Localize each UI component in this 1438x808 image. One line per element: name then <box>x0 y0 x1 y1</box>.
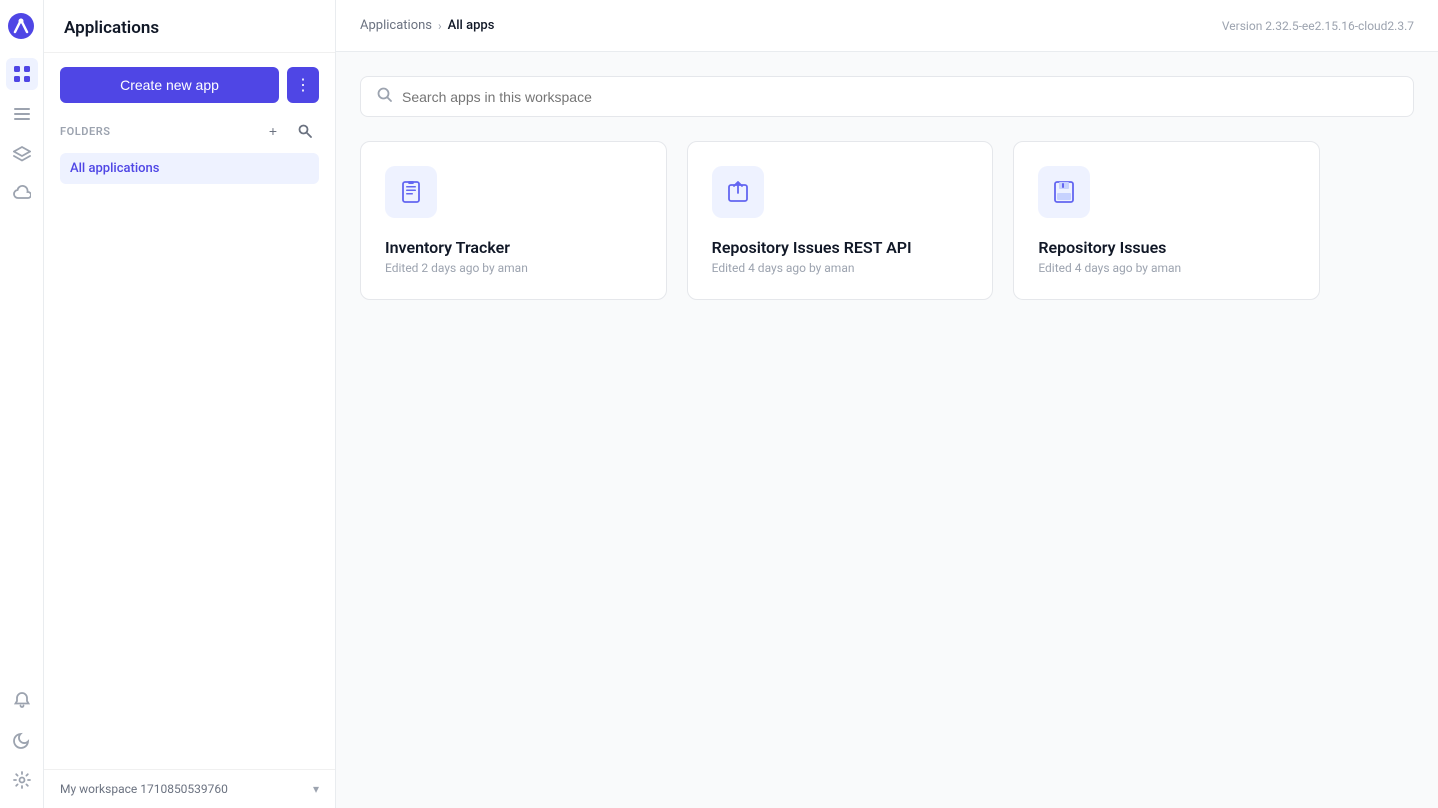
topbar: Applications › All apps Version 2.32.5-e… <box>336 0 1438 52</box>
workspace-footer: My workspace 1710850539760 ▾ <box>44 769 335 808</box>
icon-rail <box>0 0 44 808</box>
breadcrumb: Applications › All apps <box>360 18 494 33</box>
grid-nav-icon[interactable] <box>6 58 38 90</box>
breadcrumb-applications[interactable]: Applications <box>360 18 432 33</box>
app-card-repository-issues[interactable]: Repository Issues Edited 4 days ago by am… <box>1013 141 1320 300</box>
app-icon-repository-issues <box>1038 166 1090 218</box>
app-card-inventory-tracker[interactable]: Inventory Tracker Edited 2 days ago by am… <box>360 141 667 300</box>
layers-nav-icon[interactable] <box>6 138 38 170</box>
gear-icon[interactable] <box>6 764 38 796</box>
search-folder-button[interactable] <box>291 117 319 145</box>
app-icon-repository-issues-rest <box>712 166 764 218</box>
search-input[interactable] <box>402 89 1397 105</box>
folders-label: FOLDERS <box>60 125 111 138</box>
app-name-repository-issues-rest: Repository Issues REST API <box>712 238 969 257</box>
breadcrumb-all-apps: All apps <box>448 18 495 33</box>
bell-icon[interactable] <box>6 684 38 716</box>
workspace-chevron-icon[interactable]: ▾ <box>313 782 319 796</box>
apps-grid: Inventory Tracker Edited 2 days ago by am… <box>360 141 1320 300</box>
cloud-nav-icon[interactable] <box>6 178 38 210</box>
create-app-more-button[interactable]: ⋮ <box>287 67 319 103</box>
moon-icon[interactable] <box>6 724 38 756</box>
app-meta-repository-issues-rest: Edited 4 days ago by aman <box>712 261 969 275</box>
app-name-repository-issues: Repository Issues <box>1038 238 1295 257</box>
logo-icon[interactable] <box>7 12 37 42</box>
app-name-inventory-tracker: Inventory Tracker <box>385 238 642 257</box>
folder-all-applications[interactable]: All applications <box>60 153 319 184</box>
create-new-app-button[interactable]: Create new app <box>60 67 279 103</box>
sidebar: Applications Create new app ⋮ FOLDERS + … <box>44 0 336 808</box>
breadcrumb-separator: › <box>438 19 442 33</box>
search-icon <box>377 87 392 106</box>
main-content: Applications › All apps Version 2.32.5-e… <box>336 0 1438 808</box>
content-area: Inventory Tracker Edited 2 days ago by am… <box>336 52 1438 808</box>
sidebar-title: Applications <box>44 0 335 53</box>
search-bar <box>360 76 1414 117</box>
add-folder-button[interactable]: + <box>259 117 287 145</box>
version-text: Version 2.32.5-ee2.15.16-cloud2.3.7 <box>1222 19 1414 33</box>
app-meta-inventory-tracker: Edited 2 days ago by aman <box>385 261 642 275</box>
workspace-name: My workspace 1710850539760 <box>60 782 305 796</box>
app-card-repository-issues-rest[interactable]: Repository Issues REST API Edited 4 days … <box>687 141 994 300</box>
app-meta-repository-issues: Edited 4 days ago by aman <box>1038 261 1295 275</box>
table-nav-icon[interactable] <box>6 98 38 130</box>
app-icon-inventory-tracker <box>385 166 437 218</box>
